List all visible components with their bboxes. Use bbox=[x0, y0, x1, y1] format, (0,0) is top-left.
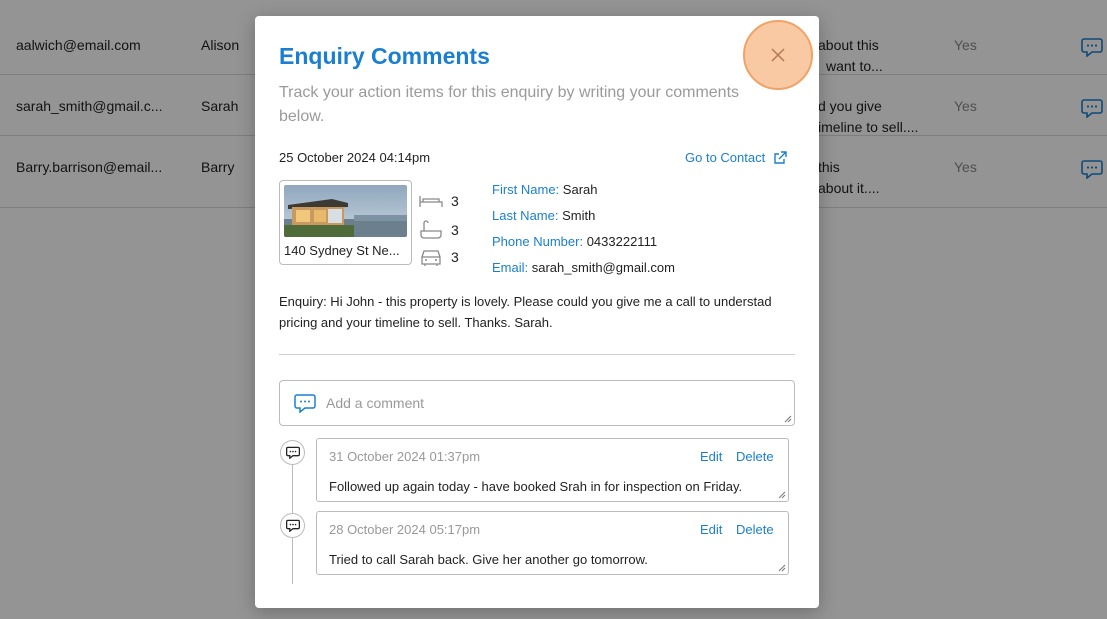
email-value: sarah_smith@gmail.com bbox=[531, 260, 675, 275]
bedrooms-feature: 3 bbox=[419, 193, 459, 209]
add-comment-placeholder: Add a comment bbox=[326, 395, 425, 411]
comment-icon bbox=[294, 394, 316, 413]
go-to-contact-label: Go to Contact bbox=[685, 150, 766, 165]
comment-item: 28 October 2024 05:17pm Edit Delete Trie… bbox=[316, 511, 789, 575]
bathrooms-feature: 3 bbox=[419, 220, 459, 240]
bathrooms-count: 3 bbox=[451, 222, 459, 238]
parking-count: 3 bbox=[451, 249, 459, 265]
resize-grip-icon[interactable] bbox=[778, 491, 786, 499]
bed-icon bbox=[419, 196, 443, 207]
first-name-label: First Name: bbox=[492, 182, 560, 197]
comment-date: 31 October 2024 01:37pm bbox=[329, 449, 481, 464]
bath-icon bbox=[420, 220, 442, 239]
bedrooms-count: 3 bbox=[451, 193, 459, 209]
comment-text[interactable]: Followed up again today - have booked Sr… bbox=[329, 479, 742, 494]
property-address: 140 Sydney St Ne... bbox=[284, 243, 400, 258]
enquiry-comments-modal: Enquiry Comments Track your action items… bbox=[255, 16, 819, 608]
comment-text[interactable]: Tried to call Sarah back. Give her anoth… bbox=[329, 552, 648, 567]
edit-comment-button[interactable]: Edit bbox=[700, 522, 722, 537]
timeline-comment-icon bbox=[280, 513, 305, 538]
car-icon bbox=[421, 250, 441, 266]
contact-last-name: Last Name: Smith bbox=[492, 208, 595, 223]
enquiry-text: Enquiry: Hi John - this property is love… bbox=[279, 294, 772, 330]
edit-comment-button[interactable]: Edit bbox=[700, 449, 722, 464]
comment-date: 28 October 2024 05:17pm bbox=[329, 522, 481, 537]
comment-item: 31 October 2024 01:37pm Edit Delete Foll… bbox=[316, 438, 789, 502]
modal-title: Enquiry Comments bbox=[279, 43, 490, 69]
external-link-icon bbox=[774, 150, 787, 164]
contact-first-name: First Name: Sarah bbox=[492, 182, 598, 197]
resize-grip-icon[interactable] bbox=[778, 564, 786, 572]
parking-feature: 3 bbox=[419, 247, 459, 267]
enquiry-date: 25 October 2024 04:14pm bbox=[279, 150, 431, 165]
add-comment-input[interactable]: Add a comment bbox=[279, 380, 795, 426]
close-icon bbox=[771, 48, 785, 62]
delete-comment-button[interactable]: Delete bbox=[736, 522, 774, 537]
phone-value: 0433222111 bbox=[586, 234, 658, 249]
last-name-label: Last Name: bbox=[492, 208, 559, 223]
contact-phone: Phone Number: 0433222111 bbox=[492, 234, 657, 249]
delete-comment-button[interactable]: Delete bbox=[736, 449, 774, 464]
resize-grip-icon[interactable] bbox=[784, 415, 792, 423]
property-image bbox=[284, 185, 407, 237]
close-button[interactable] bbox=[743, 20, 813, 90]
contact-email: Email: sarah_smith@gmail.com bbox=[492, 260, 675, 275]
go-to-contact-link[interactable]: Go to Contact bbox=[685, 150, 787, 165]
property-card[interactable]: 140 Sydney St Ne... bbox=[279, 180, 412, 265]
first-name-value: Sarah bbox=[562, 182, 598, 197]
email-label: Email: bbox=[492, 260, 529, 275]
timeline-comment-icon bbox=[280, 440, 305, 465]
divider bbox=[279, 354, 795, 355]
last-name-value: Smith bbox=[562, 208, 596, 223]
modal-subtitle: Track your action items for this enquiry… bbox=[279, 84, 740, 125]
phone-label: Phone Number: bbox=[492, 234, 584, 249]
